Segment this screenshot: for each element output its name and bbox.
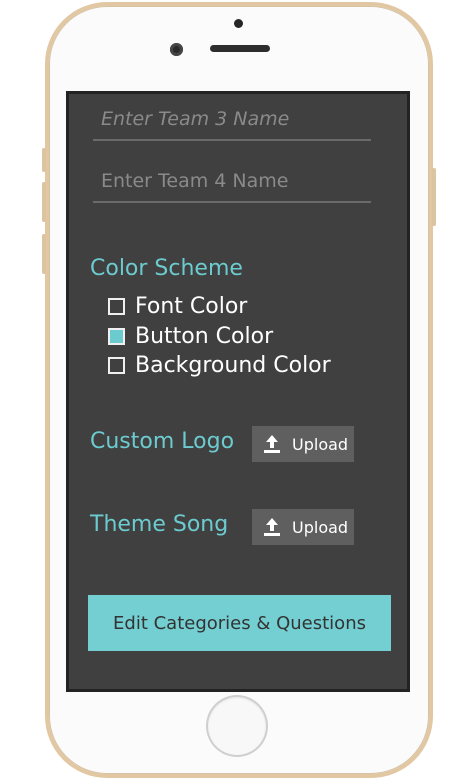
song-upload-label: Upload: [292, 517, 349, 537]
font-color-checkbox[interactable]: [108, 297, 125, 315]
team3-name-input[interactable]: [99, 107, 363, 131]
front-camera: [170, 43, 183, 56]
background-color-label: Background Color: [135, 352, 331, 378]
button-color-label: Button Color: [135, 323, 274, 349]
volume-button: [42, 234, 46, 274]
background-color-checkbox[interactable]: [108, 356, 125, 374]
upload-icon: [264, 518, 280, 536]
theme-song-title: Theme Song: [90, 512, 229, 537]
volume-up-button: [42, 148, 46, 172]
earpiece-speaker: [210, 45, 270, 52]
upload-icon: [264, 435, 280, 453]
button-color-checkbox[interactable]: [108, 327, 125, 345]
phone-screen: Color Scheme Font Color Button Color Bac…: [66, 91, 410, 692]
song-upload-button[interactable]: Upload: [252, 509, 354, 545]
button-color-option[interactable]: Button Color: [108, 322, 273, 350]
color-scheme-title: Color Scheme: [90, 256, 243, 281]
font-color-label: Font Color: [135, 293, 248, 319]
logo-upload-button[interactable]: Upload: [252, 426, 354, 462]
front-sensor: [234, 19, 243, 28]
custom-logo-title: Custom Logo: [90, 429, 235, 454]
team4-name-field: [93, 163, 371, 203]
home-button[interactable]: [208, 697, 266, 755]
background-color-option[interactable]: Background Color: [108, 351, 331, 379]
volume-down-button: [42, 182, 46, 222]
edit-categories-button[interactable]: Edit Categories & Questions: [88, 595, 391, 651]
team3-name-field: [93, 101, 371, 141]
logo-upload-label: Upload: [292, 434, 349, 454]
font-color-option[interactable]: Font Color: [108, 292, 247, 320]
settings-screen: Color Scheme Font Color Button Color Bac…: [69, 94, 407, 689]
power-button: [432, 168, 436, 226]
team4-name-input[interactable]: [99, 169, 363, 193]
